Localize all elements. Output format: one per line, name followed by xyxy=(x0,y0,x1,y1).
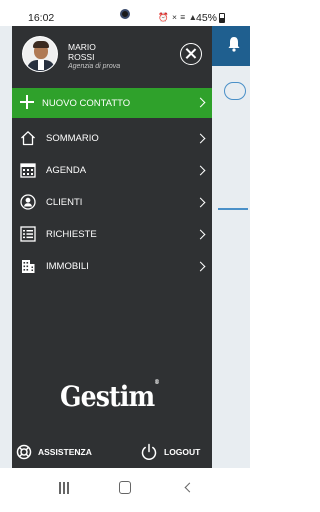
menu-item-label: CLIENTI xyxy=(46,197,83,208)
list-icon xyxy=(20,226,36,242)
menu-item-sommario[interactable]: SOMMARIO xyxy=(12,122,212,154)
battery-percentage: 45% xyxy=(196,12,218,24)
chat-icon[interactable] xyxy=(224,82,246,100)
status-icons: ⏰ × ≡ ▲ xyxy=(158,12,198,22)
menu-item-label: SOMMARIO xyxy=(46,133,99,144)
close-drawer-button[interactable] xyxy=(180,43,202,65)
assistance-label: ASSISTENZA xyxy=(38,447,92,457)
assistance-button[interactable]: ASSISTENZA xyxy=(16,442,106,462)
person-icon xyxy=(20,194,36,210)
menu-item-richieste[interactable]: RICHIESTE xyxy=(12,218,212,250)
user-last-name: ROSSI xyxy=(68,52,95,62)
menu-item-label: RICHIESTE xyxy=(46,229,97,240)
bell-icon[interactable] xyxy=(227,36,241,52)
battery-icon xyxy=(219,13,225,23)
user-first-name: MARIO xyxy=(68,42,96,52)
recent-apps-button[interactable] xyxy=(58,482,70,494)
home-icon xyxy=(21,131,35,146)
chevron-right-icon xyxy=(195,229,206,240)
menu-item-label: IMMOBILI xyxy=(46,261,89,272)
menu-item-immobili[interactable]: IMMOBILI xyxy=(12,250,212,282)
menu-item-agenda[interactable]: AGENDA xyxy=(12,154,212,186)
new-contact-label: NUOVO CONTATTO xyxy=(42,98,131,109)
chevron-right-icon xyxy=(195,197,206,208)
logout-button[interactable]: LOGOUT xyxy=(140,442,210,462)
gestim-logo: Gestim® xyxy=(60,378,160,413)
calendar-icon xyxy=(20,163,36,178)
plus-icon xyxy=(20,95,34,109)
logout-label: LOGOUT xyxy=(164,447,201,457)
chevron-right-icon xyxy=(195,165,206,176)
front-camera xyxy=(120,9,130,19)
power-icon xyxy=(141,443,157,461)
navigation-drawer: MARIO ROSSI Agenzia di prova NUOVO CONTA… xyxy=(12,26,212,468)
status-bar: 16:02 ⏰ × ≡ ▲ 45% xyxy=(0,0,250,26)
background-divider xyxy=(218,208,248,210)
new-contact-button[interactable]: NUOVO CONTATTO xyxy=(12,88,212,118)
chevron-right-icon xyxy=(195,133,206,144)
lifebuoy-icon xyxy=(16,444,32,460)
user-agency: Agenzia di prova xyxy=(68,63,121,70)
back-button[interactable] xyxy=(184,482,195,493)
system-navigation-bar xyxy=(0,468,250,512)
phone-screen: 16:02 ⏰ × ≡ ▲ 45% MARIO ROSSI Agenzia di… xyxy=(0,0,250,512)
avatar xyxy=(22,36,58,72)
menu-item-label: AGENDA xyxy=(46,165,87,176)
home-button[interactable] xyxy=(119,481,131,494)
menu-item-clienti[interactable]: CLIENTI xyxy=(12,186,212,218)
building-icon xyxy=(22,260,35,273)
chevron-right-icon xyxy=(195,97,206,108)
status-time: 16:02 xyxy=(28,12,55,24)
chevron-right-icon xyxy=(195,261,206,272)
user-profile: MARIO ROSSI Agenzia di prova xyxy=(12,26,212,86)
